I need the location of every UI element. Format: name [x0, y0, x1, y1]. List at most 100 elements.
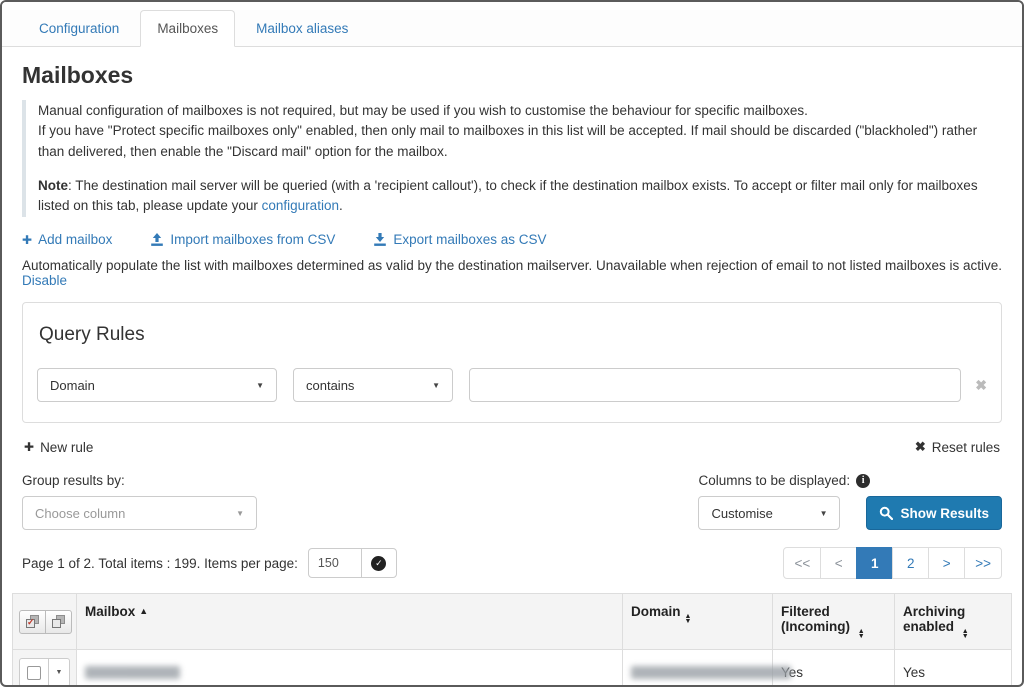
reset-rules-link[interactable]: ✖ Reset rules — [915, 439, 1000, 455]
columns-label-row: Columns to be displayed: i — [698, 473, 1002, 488]
mailbox-cell[interactable] — [77, 650, 623, 687]
plus-icon: ✚ — [24, 440, 34, 454]
chevron-down-icon: ▼ — [432, 381, 440, 390]
disable-link[interactable]: Disable — [22, 273, 67, 288]
import-csv-link[interactable]: Import mailboxes from CSV — [150, 232, 335, 247]
intro-line1: Manual configuration of mailboxes is not… — [38, 103, 808, 118]
remove-rule-icon[interactable]: ✖ — [975, 377, 987, 394]
note-suffix: . — [339, 198, 343, 213]
rule-field-value: Domain — [50, 378, 95, 393]
select-all-icon — [26, 615, 39, 628]
sort-icon: ▲▼ — [962, 629, 969, 639]
deselect-all-icon — [52, 615, 65, 628]
header-filtered[interactable]: Filtered (Incoming) ▲▼ — [773, 594, 895, 650]
select-tools-group — [19, 610, 72, 634]
table-row: ▼ Yes Yes — [13, 650, 1012, 687]
customise-columns-select[interactable]: Customise ▼ — [698, 496, 840, 530]
header-archiving[interactable]: Archiving enabled ▲▼ — [895, 594, 1012, 650]
rule-operator-select[interactable]: contains ▼ — [293, 368, 453, 402]
check-circle-icon: ✓ — [371, 556, 386, 571]
new-rule-label: New rule — [40, 440, 93, 455]
header-archiving-label: Archiving enabled — [903, 604, 965, 634]
search-icon — [879, 506, 893, 520]
chevron-down-icon: ▼ — [256, 381, 264, 390]
note-paragraph: Note: The destination mail server will b… — [38, 176, 1002, 217]
autopopulate-description: Automatically populate the list with mai… — [22, 258, 1002, 273]
rule-operator-value: contains — [306, 378, 354, 393]
deselect-all-button[interactable] — [45, 610, 72, 634]
select-all-button[interactable] — [19, 610, 46, 634]
redacted-mailbox — [85, 666, 180, 679]
pagination-summary: Page 1 of 2. Total items : 199. Items pe… — [22, 556, 298, 571]
intro-paragraph: Manual configuration of mailboxes is not… — [38, 101, 1002, 162]
archiving-cell: Yes — [895, 650, 1012, 687]
header-mailbox[interactable]: Mailbox ▲ — [77, 594, 623, 650]
plus-icon: ✚ — [22, 234, 32, 246]
sort-icon: ▲▼ — [858, 629, 865, 639]
table-header-row: Mailbox ▲ Domain ▲▼ Filtered (Incoming) ▲▼… — [13, 594, 1012, 650]
add-mailbox-label: Add mailbox — [38, 232, 112, 247]
app-window: Configuration Mailboxes Mailbox aliases … — [0, 0, 1024, 687]
sort-asc-icon: ▲ — [139, 606, 148, 616]
x-icon: ✖ — [915, 439, 926, 455]
note-text: : The destination mail server will be qu… — [38, 178, 978, 213]
last-page-button[interactable]: >> — [964, 547, 1002, 579]
chevron-down-icon: ▼ — [236, 509, 244, 518]
upload-icon — [150, 233, 164, 247]
customise-value: Customise — [711, 506, 772, 521]
info-icon[interactable]: i — [856, 474, 870, 488]
pager-buttons: << < 1 2 > >> — [783, 547, 1002, 579]
header-filtered-label: Filtered (Incoming) — [781, 604, 850, 634]
group-by-block: Group results by: Choose column ▼ — [22, 473, 257, 530]
page-2-button[interactable]: 2 — [892, 547, 929, 579]
query-rule-row: Domain ▼ contains ▼ ✖ — [37, 368, 987, 402]
query-rules-title: Query Rules — [39, 324, 985, 346]
tab-mailboxes[interactable]: Mailboxes — [140, 10, 235, 47]
tab-configuration[interactable]: Configuration — [22, 10, 136, 47]
tab-mailbox-aliases[interactable]: Mailbox aliases — [239, 10, 365, 47]
row-select-group: ▼ — [19, 658, 70, 687]
row-tools-cell: ▼ — [13, 650, 77, 687]
header-domain-label: Domain — [631, 604, 681, 619]
columns-label: Columns to be displayed: — [698, 473, 850, 488]
columns-block: Columns to be displayed: i Customise ▼ S… — [698, 473, 1002, 530]
group-by-placeholder: Choose column — [35, 506, 125, 521]
redacted-domain — [631, 666, 791, 679]
import-csv-label: Import mailboxes from CSV — [170, 232, 335, 247]
export-csv-label: Export mailboxes as CSV — [393, 232, 546, 247]
header-domain[interactable]: Domain ▲▼ — [623, 594, 773, 650]
first-page-button[interactable]: << — [783, 547, 821, 579]
query-rules-panel: Query Rules Domain ▼ contains ▼ ✖ — [22, 302, 1002, 423]
page-1-button[interactable]: 1 — [856, 547, 893, 579]
rule-value-input[interactable] — [469, 368, 961, 402]
next-page-button[interactable]: > — [928, 547, 965, 579]
pagination-row: Page 1 of 2. Total items : 199. Items pe… — [22, 547, 1002, 579]
mailboxes-table: Mailbox ▲ Domain ▲▼ Filtered (Incoming) ▲▼… — [12, 593, 1012, 687]
mailboxes-table-wrap: Mailbox ▲ Domain ▲▼ Filtered (Incoming) ▲▼… — [12, 593, 1012, 687]
add-mailbox-link[interactable]: ✚ Add mailbox — [22, 232, 112, 247]
show-results-button[interactable]: Show Results — [866, 496, 1002, 530]
prev-page-button[interactable]: < — [820, 547, 857, 579]
domain-cell — [623, 650, 773, 687]
sort-icon: ▲▼ — [685, 614, 692, 624]
mailbox-actions: ✚ Add mailbox Import mailboxes from CSV … — [22, 232, 1002, 247]
rule-actions-row: ✚ New rule ✖ Reset rules — [24, 439, 1000, 455]
configuration-link[interactable]: configuration — [262, 198, 339, 213]
header-mailbox-label: Mailbox — [85, 604, 135, 619]
apply-per-page-button[interactable]: ✓ — [361, 548, 397, 578]
new-rule-link[interactable]: ✚ New rule — [24, 439, 93, 455]
reset-rules-label: Reset rules — [932, 440, 1000, 455]
items-per-page-input[interactable] — [308, 548, 362, 578]
intro-line2: If you have "Protect specific mailboxes … — [38, 123, 977, 158]
row-menu-button[interactable]: ▼ — [48, 658, 70, 687]
note-label: Note — [38, 178, 68, 193]
pagination-summary-block: Page 1 of 2. Total items : 199. Items pe… — [22, 548, 397, 578]
rule-field-select[interactable]: Domain ▼ — [37, 368, 277, 402]
export-csv-link[interactable]: Export mailboxes as CSV — [373, 232, 546, 247]
columns-controls: Customise ▼ Show Results — [698, 496, 1002, 530]
select-tools-header — [13, 594, 77, 650]
chevron-down-icon: ▼ — [56, 669, 63, 676]
row-checkbox[interactable] — [19, 658, 49, 687]
tab-bar: Configuration Mailboxes Mailbox aliases — [2, 2, 1022, 47]
group-by-select[interactable]: Choose column ▼ — [22, 496, 257, 530]
